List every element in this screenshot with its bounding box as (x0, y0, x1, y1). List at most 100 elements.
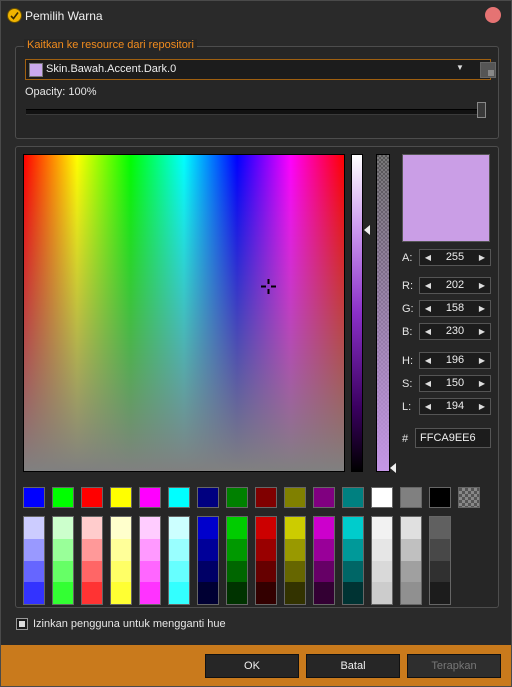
shade-swatch[interactable] (372, 538, 392, 561)
palette-swatch[interactable] (371, 487, 393, 508)
shade-swatch[interactable] (169, 517, 189, 539)
shade-swatch[interactable] (256, 582, 276, 604)
shade-swatch[interactable] (53, 517, 73, 539)
shade-swatch[interactable] (198, 538, 218, 561)
apply-button[interactable]: Terapkan (407, 654, 501, 678)
shade-swatch[interactable] (343, 538, 363, 561)
shade-swatch[interactable] (401, 582, 421, 604)
shade-swatch[interactable] (24, 517, 44, 539)
palette-swatch[interactable] (81, 487, 103, 508)
palette-swatch[interactable] (23, 487, 45, 508)
channel-spinner[interactable]: ◀ 196 ▶ (419, 352, 491, 369)
chevron-down-icon[interactable]: ▼ (456, 63, 464, 72)
shade-swatch[interactable] (372, 517, 392, 539)
palette-swatch[interactable] (226, 487, 248, 508)
shade-swatch[interactable] (227, 517, 247, 539)
shade-swatch[interactable] (24, 582, 44, 604)
palette-swatch[interactable] (313, 487, 335, 508)
shade-swatch[interactable] (430, 560, 450, 583)
increment-icon[interactable]: ▶ (476, 400, 488, 413)
increment-icon[interactable]: ▶ (476, 354, 488, 367)
palette-swatch[interactable] (197, 487, 219, 508)
palette-swatch[interactable] (52, 487, 74, 508)
shade-swatch[interactable] (82, 560, 102, 583)
cancel-button[interactable]: Batal (306, 654, 400, 678)
increment-icon[interactable]: ▶ (476, 377, 488, 390)
shade-swatch[interactable] (227, 560, 247, 583)
palette-swatch[interactable] (168, 487, 190, 508)
shade-swatch[interactable] (314, 538, 334, 561)
shade-swatch[interactable] (372, 582, 392, 604)
increment-icon[interactable]: ▶ (476, 302, 488, 315)
palette-swatch[interactable] (139, 487, 161, 508)
decrement-icon[interactable]: ◀ (422, 302, 434, 315)
shade-swatch[interactable] (285, 538, 305, 561)
decrement-icon[interactable]: ◀ (422, 279, 434, 292)
palette-swatch[interactable] (110, 487, 132, 508)
shade-swatch[interactable] (198, 582, 218, 604)
channel-spinner[interactable]: ◀ 202 ▶ (419, 277, 491, 294)
shade-swatch[interactable] (430, 517, 450, 539)
opacity-slider[interactable] (26, 109, 484, 115)
palette-swatch[interactable] (458, 487, 480, 508)
shade-swatch[interactable] (314, 517, 334, 539)
shade-swatch[interactable] (53, 582, 73, 604)
channel-spinner[interactable]: ◀ 194 ▶ (419, 398, 491, 415)
shade-swatch[interactable] (140, 560, 160, 583)
shade-swatch[interactable] (24, 538, 44, 561)
shade-swatch[interactable] (430, 582, 450, 604)
decrement-icon[interactable]: ◀ (422, 325, 434, 338)
close-button[interactable] (485, 7, 501, 23)
shade-swatch[interactable] (372, 560, 392, 583)
palette-swatch[interactable] (400, 487, 422, 508)
shade-swatch[interactable] (256, 560, 276, 583)
shade-swatch[interactable] (140, 538, 160, 561)
palette-swatch[interactable] (429, 487, 451, 508)
shade-swatch[interactable] (111, 517, 131, 539)
shade-swatch[interactable] (169, 582, 189, 604)
decrement-icon[interactable]: ◀ (422, 377, 434, 390)
increment-icon[interactable]: ▶ (476, 279, 488, 292)
shade-swatch[interactable] (285, 517, 305, 539)
shade-swatch[interactable] (285, 560, 305, 583)
shade-swatch[interactable] (343, 560, 363, 583)
hue-saturation-canvas[interactable] (23, 154, 345, 472)
channel-spinner[interactable]: ◀ 150 ▶ (419, 375, 491, 392)
increment-icon[interactable]: ▶ (476, 325, 488, 338)
decrement-icon[interactable]: ◀ (422, 354, 434, 367)
hex-input[interactable]: FFCA9EE6 (415, 428, 491, 448)
allow-hue-checkbox[interactable] (16, 618, 28, 630)
luminance-arrow-icon[interactable] (364, 225, 370, 235)
shade-swatch[interactable] (198, 517, 218, 539)
shade-swatch[interactable] (111, 560, 131, 583)
shade-swatch[interactable] (53, 560, 73, 583)
shade-swatch[interactable] (343, 517, 363, 539)
opacity-slider-thumb[interactable] (477, 102, 486, 118)
channel-spinner[interactable]: ◀ 230 ▶ (419, 323, 491, 340)
shade-swatch[interactable] (285, 582, 305, 604)
decrement-icon[interactable]: ◀ (422, 251, 434, 264)
shade-swatch[interactable] (140, 582, 160, 604)
luminance-bar[interactable] (351, 154, 363, 472)
shade-swatch[interactable] (401, 517, 421, 539)
shade-swatch[interactable] (256, 538, 276, 561)
channel-spinner[interactable]: ◀ 255 ▶ (419, 249, 491, 266)
shade-swatch[interactable] (343, 582, 363, 604)
alpha-arrow-icon[interactable] (390, 463, 396, 473)
shade-swatch[interactable] (169, 560, 189, 583)
shade-swatch[interactable] (314, 560, 334, 583)
shade-swatch[interactable] (82, 582, 102, 604)
shade-swatch[interactable] (314, 582, 334, 604)
palette-swatch[interactable] (342, 487, 364, 508)
shade-swatch[interactable] (53, 538, 73, 561)
shade-swatch[interactable] (430, 538, 450, 561)
shade-swatch[interactable] (111, 538, 131, 561)
channel-spinner[interactable]: ◀ 158 ▶ (419, 300, 491, 317)
resource-combobox[interactable]: Skin.Bawah.Accent.Dark.0 ▼ (25, 59, 496, 80)
shade-swatch[interactable] (169, 538, 189, 561)
shade-swatch[interactable] (227, 538, 247, 561)
shade-swatch[interactable] (111, 582, 131, 604)
shade-swatch[interactable] (82, 538, 102, 561)
add-resource-icon[interactable] (480, 62, 496, 78)
shade-swatch[interactable] (198, 560, 218, 583)
